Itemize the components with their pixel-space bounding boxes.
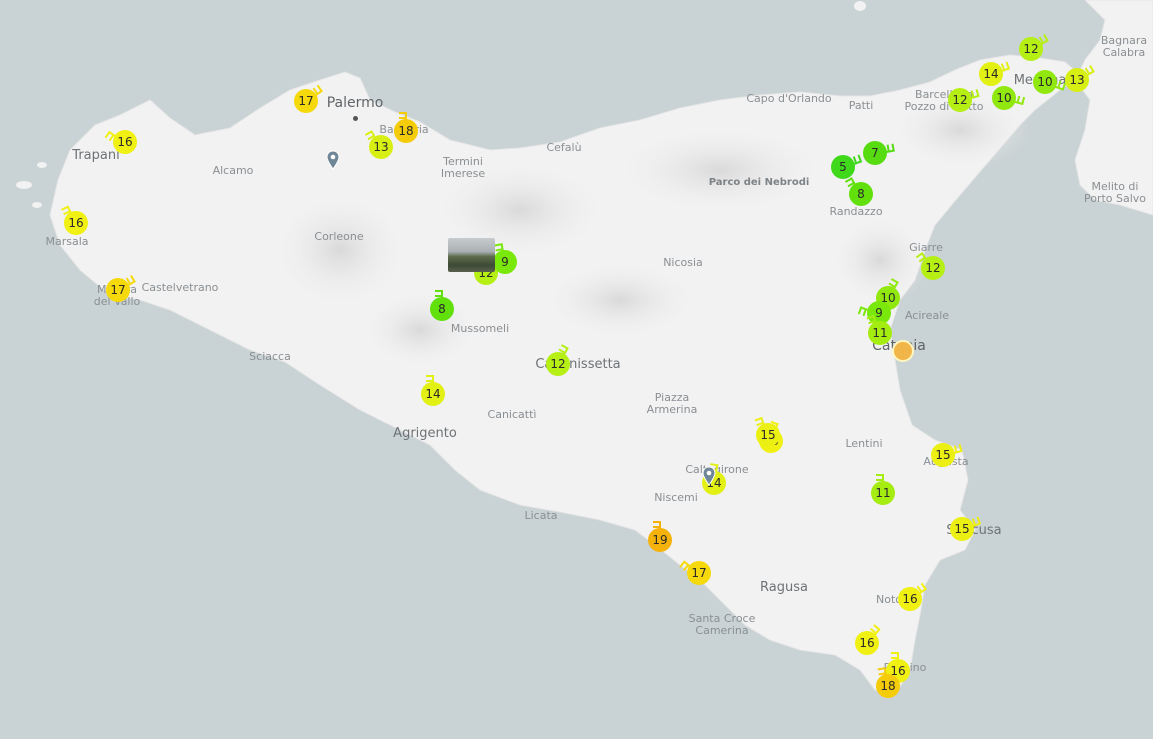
weather-station-marker[interactable]: 14: [421, 375, 445, 406]
place-label: Agrigento: [393, 426, 457, 441]
station-value: 14: [425, 387, 441, 401]
place-label: Piazza Armerina: [646, 391, 698, 416]
station-value: 10: [996, 91, 1012, 105]
place-label: Mussomeli: [450, 322, 510, 335]
weather-station-marker[interactable]: 17: [294, 84, 323, 113]
weather-station-marker[interactable]: 13: [364, 130, 393, 159]
weather-station-marker[interactable]: 7: [863, 141, 895, 165]
weather-station-marker[interactable]: 16: [61, 205, 88, 235]
place-label: Palermo: [326, 95, 384, 111]
station-value: 15: [760, 428, 776, 442]
weather-station-marker[interactable]: 14: [979, 61, 1011, 86]
station-value: 16: [68, 216, 84, 230]
weather-station-marker[interactable]: 17: [106, 274, 136, 302]
location-pin-icon[interactable]: [326, 150, 340, 170]
station-value: 11: [875, 486, 891, 500]
hills: [270, 190, 410, 310]
station-value: 17: [691, 566, 707, 580]
place-label: Castelvetrano: [141, 281, 219, 294]
station-value: 15: [954, 522, 970, 536]
place-label: Parco dei Nebrodi: [708, 177, 810, 188]
weather-station-marker[interactable]: 18: [876, 667, 900, 698]
place-label: Santa Croce Camerina: [688, 612, 756, 637]
island: [37, 162, 47, 168]
station-value: 19: [652, 533, 668, 547]
weather-station-marker[interactable]: 17: [679, 560, 711, 585]
weather-station-marker[interactable]: 19: [648, 521, 672, 552]
place-label: Giarre: [909, 241, 943, 254]
station-value: 16: [902, 592, 918, 606]
place-label: Melito di Porto Salvo: [1083, 180, 1147, 205]
weather-station-marker[interactable]: 15: [931, 443, 963, 467]
weather-station-marker[interactable]: 5: [831, 154, 863, 179]
city-dot: [353, 116, 358, 121]
place-label: Marsala: [45, 235, 89, 248]
place-label: Licata: [524, 509, 558, 522]
place-label: Cefalù: [546, 141, 582, 154]
weather-station-marker[interactable]: 18: [394, 112, 418, 143]
station-value: 10: [1037, 75, 1053, 89]
hills: [610, 125, 830, 215]
station-value: 18: [398, 124, 414, 138]
place-label: Lentini: [845, 437, 883, 450]
weather-station-marker[interactable]: 16: [898, 582, 927, 611]
place-label: Sciacca: [249, 350, 291, 363]
island: [32, 202, 42, 208]
station-value: 17: [110, 283, 126, 297]
place-label: Randazzo: [829, 205, 883, 218]
station-value: 16: [117, 135, 133, 149]
weather-station-marker[interactable]: 8: [844, 177, 873, 206]
place-label: Niscemi: [654, 491, 698, 504]
station-value: 8: [857, 187, 865, 201]
weather-station-marker[interactable]: 15: [754, 416, 780, 447]
station-value: 16: [859, 636, 875, 650]
place-label: Corleone: [314, 230, 364, 243]
place-label: Capo d'Orlando: [746, 92, 832, 105]
station-value: 12: [1023, 42, 1039, 56]
weather-station-marker[interactable]: 15: [950, 516, 982, 541]
station-value: 13: [373, 140, 389, 154]
station-value: 12: [550, 357, 566, 371]
place-label: Termini Imerese: [440, 155, 486, 180]
island: [854, 1, 866, 11]
weather-station-marker[interactable]: 16: [104, 130, 137, 154]
weather-station-marker[interactable]: 8: [430, 290, 454, 321]
weather-station-marker[interactable]: 12: [948, 88, 980, 112]
place-label: Canicattì: [487, 408, 537, 421]
station-value: 18: [880, 679, 896, 693]
place-label: Patti: [848, 99, 874, 112]
station-value: 11: [872, 326, 888, 340]
map-canvas[interactable]: PalermoBagheriaTrapaniAlcamoCastelvetran…: [0, 0, 1153, 739]
smiley-icon[interactable]: [892, 340, 914, 362]
place-label: Alcamo: [212, 164, 254, 177]
island: [16, 181, 32, 189]
weather-station-marker[interactable]: 12: [546, 344, 570, 376]
station-value: 9: [501, 255, 509, 269]
station-value: 15: [935, 448, 951, 462]
weather-station-marker[interactable]: 11: [871, 474, 895, 505]
weather-station-marker[interactable]: 10: [992, 86, 1026, 110]
weather-station-marker[interactable]: 12: [915, 252, 945, 280]
webcam-thumbnail[interactable]: [448, 238, 495, 272]
weather-station-marker[interactable]: 9: [493, 243, 517, 274]
station-value: 12: [952, 93, 968, 107]
station-value: 12: [925, 261, 941, 275]
place-label: Nicosia: [663, 256, 703, 269]
hills: [540, 260, 700, 340]
station-value: 13: [1069, 73, 1085, 87]
place-label: Ragusa: [760, 580, 808, 595]
station-value: 14: [983, 67, 999, 81]
place-label: Acireale: [904, 309, 950, 322]
place-label: Bagnara Calabra: [1100, 34, 1148, 59]
weather-station-marker[interactable]: 13: [1065, 64, 1095, 92]
station-value: 7: [871, 146, 879, 160]
location-pin-icon[interactable]: [702, 466, 716, 486]
weather-station-marker[interactable]: 11: [866, 314, 892, 345]
weather-station-marker[interactable]: 10: [1033, 70, 1067, 94]
weather-station-marker[interactable]: 16: [855, 624, 881, 655]
station-value: 5: [839, 160, 847, 174]
station-value: 8: [438, 302, 446, 316]
station-value: 17: [298, 94, 314, 108]
weather-station-marker[interactable]: 12: [1019, 33, 1049, 61]
